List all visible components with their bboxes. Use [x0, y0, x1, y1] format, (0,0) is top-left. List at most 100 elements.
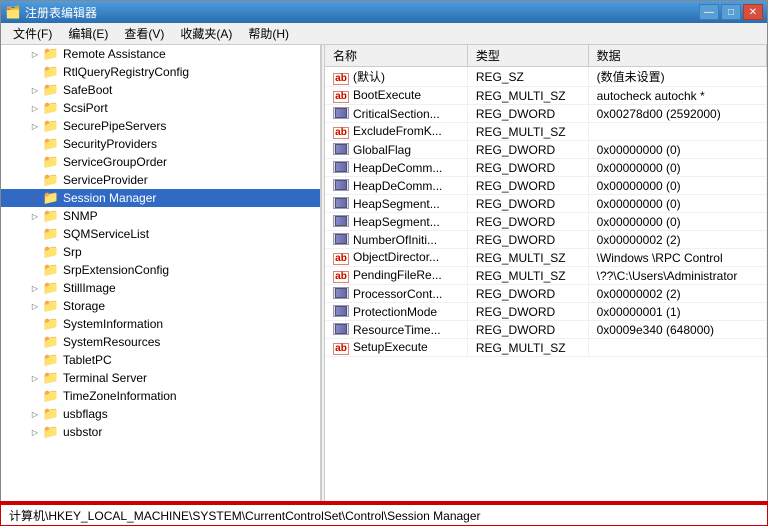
registry-table: 名称 类型 数据 ab(默认)REG_SZ(数值未设置)abBootExecut…: [325, 45, 767, 357]
menu-file[interactable]: 文件(F): [5, 23, 60, 44]
expand-arrow-icon: ▷: [29, 192, 41, 204]
reg-name-text: HeapDeComm...: [353, 179, 442, 193]
registry-editor-window: 🗂️ 注册表编辑器 — □ ✕ 文件(F) 编辑(E) 查看(V) 收藏夹(A)…: [0, 0, 768, 526]
table-row[interactable]: abObjectDirector...REG_MULTI_SZ\Windows …: [325, 249, 767, 267]
tree-item-label: SystemResources: [63, 335, 160, 349]
table-row[interactable]: ProcessorCont...REG_DWORD0x00000002 (2): [325, 285, 767, 303]
table-row[interactable]: ab(默认)REG_SZ(数值未设置): [325, 67, 767, 87]
menu-view[interactable]: 查看(V): [116, 23, 172, 44]
menu-edit[interactable]: 编辑(E): [60, 23, 116, 44]
expand-arrow-icon: [29, 318, 41, 330]
tree-item[interactable]: 📁RtlQueryRegistryConfig: [1, 63, 320, 81]
folder-icon: 📁: [43, 335, 59, 349]
reg-name-text: HeapSegment...: [353, 197, 440, 211]
tree-item[interactable]: ▷📁usbstor: [1, 423, 320, 441]
table-row[interactable]: NumberOfIniti...REG_DWORD0x00000002 (2): [325, 231, 767, 249]
type-icon: [333, 107, 349, 119]
menu-help[interactable]: 帮助(H): [240, 23, 297, 44]
tree-item[interactable]: ▷📁SecurePipeServers: [1, 117, 320, 135]
reg-name-text: ProtectionMode: [353, 305, 437, 319]
tree-item[interactable]: 📁SQMServiceList: [1, 225, 320, 243]
tree-item[interactable]: 📁TabletPC: [1, 351, 320, 369]
tree-item[interactable]: ▷📁StillImage: [1, 279, 320, 297]
menu-favorites[interactable]: 收藏夹(A): [172, 23, 240, 44]
tree-item-label: RtlQueryRegistryConfig: [63, 65, 189, 79]
reg-data-cell: 0x0009e340 (648000): [588, 321, 766, 339]
col-name-header[interactable]: 名称: [325, 45, 467, 67]
type-icon: ab: [333, 253, 349, 265]
reg-data-cell: \??\C:\Users\Administrator: [588, 267, 766, 285]
tree-item[interactable]: ▷📁SNMP: [1, 207, 320, 225]
tree-item[interactable]: ▷📁Remote Assistance: [1, 45, 320, 63]
table-row[interactable]: GlobalFlagREG_DWORD0x00000000 (0): [325, 141, 767, 159]
tree-pane[interactable]: ▷📁Remote Assistance📁RtlQueryRegistryConf…: [1, 45, 321, 503]
folder-icon: 📁: [43, 155, 59, 169]
tree-item[interactable]: 📁 SystemResources: [1, 333, 320, 351]
maximize-button[interactable]: □: [721, 4, 741, 20]
folder-icon: 📁: [43, 119, 59, 133]
reg-name-text: SetupExecute: [353, 340, 428, 354]
reg-type-cell: REG_DWORD: [467, 195, 588, 213]
reg-name-text: (默认): [353, 70, 385, 84]
reg-name-cell: abPendingFileRe...: [325, 267, 467, 285]
folder-icon: 📁: [43, 227, 59, 241]
tree-item[interactable]: 📁ServiceGroupOrder: [1, 153, 320, 171]
table-row[interactable]: HeapSegment...REG_DWORD0x00000000 (0): [325, 195, 767, 213]
table-row[interactable]: HeapSegment...REG_DWORD0x00000000 (0): [325, 213, 767, 231]
reg-data-cell: autocheck autochk *: [588, 87, 766, 105]
table-row[interactable]: HeapDeComm...REG_DWORD0x00000000 (0): [325, 159, 767, 177]
expand-arrow-icon: [29, 156, 41, 168]
folder-icon: 📁: [43, 137, 59, 151]
tree-item[interactable]: 📁TimeZoneInformation: [1, 387, 320, 405]
table-row[interactable]: ab SetupExecute REG_MULTI_SZ: [325, 339, 767, 357]
tree-item[interactable]: 📁ServiceProvider: [1, 171, 320, 189]
reg-type-cell: REG_MULTI_SZ: [467, 339, 588, 357]
close-button[interactable]: ✕: [743, 4, 763, 20]
tree-item-label: SafeBoot: [63, 83, 112, 97]
status-path: 计算机\HKEY_LOCAL_MACHINE\SYSTEM\CurrentCon…: [9, 507, 481, 524]
folder-icon: 📁: [43, 101, 59, 115]
reg-data-cell: 0x00000002 (2): [588, 285, 766, 303]
table-row[interactable]: abPendingFileRe...REG_MULTI_SZ\??\C:\Use…: [325, 267, 767, 285]
tree-item-label: StillImage: [63, 281, 116, 295]
tree-item[interactable]: ▷📁Terminal Server: [1, 369, 320, 387]
folder-icon: 📁: [43, 281, 59, 295]
type-icon: [333, 215, 349, 227]
table-row[interactable]: abBootExecuteREG_MULTI_SZautocheck autoc…: [325, 87, 767, 105]
tree-item[interactable]: ▷📁usbflags: [1, 405, 320, 423]
tree-item[interactable]: ▷📁SafeBoot: [1, 81, 320, 99]
folder-icon: 📁: [43, 47, 59, 61]
tree-item[interactable]: ▷📁Session Manager: [1, 189, 320, 207]
col-type-header[interactable]: 类型: [467, 45, 588, 67]
tree-item[interactable]: 📁SystemInformation: [1, 315, 320, 333]
tree-item[interactable]: ▷📁Storage: [1, 297, 320, 315]
type-icon: [333, 323, 349, 335]
reg-name-text: GlobalFlag: [353, 143, 411, 157]
col-data-header[interactable]: 数据: [588, 45, 766, 67]
table-row[interactable]: HeapDeComm...REG_DWORD0x00000000 (0): [325, 177, 767, 195]
tree-item[interactable]: 📁Srp: [1, 243, 320, 261]
tree-item[interactable]: 📁SecurityProviders: [1, 135, 320, 153]
reg-name-text: HeapSegment...: [353, 215, 440, 229]
reg-data-cell: [588, 339, 766, 357]
tree-item[interactable]: 📁SrpExtensionConfig: [1, 261, 320, 279]
tree-item-label: ScsiPort: [63, 101, 108, 115]
reg-type-cell: REG_DWORD: [467, 321, 588, 339]
reg-name-cell: NumberOfIniti...: [325, 231, 467, 249]
minimize-button[interactable]: —: [699, 4, 719, 20]
folder-icon: 📁: [43, 299, 59, 313]
folder-icon: 📁: [43, 425, 59, 439]
expand-arrow-icon: ▷: [29, 48, 41, 60]
reg-name-cell: HeapDeComm...: [325, 159, 467, 177]
table-row[interactable]: ProtectionModeREG_DWORD0x00000001 (1): [325, 303, 767, 321]
tree-item[interactable]: ▷📁ScsiPort: [1, 99, 320, 117]
type-icon: ab: [333, 343, 349, 355]
registry-pane: 名称 类型 数据 ab(默认)REG_SZ(数值未设置)abBootExecut…: [325, 45, 767, 503]
window-controls: — □ ✕: [699, 4, 763, 20]
table-row[interactable]: CriticalSection...REG_DWORD0x00278d00 (2…: [325, 105, 767, 123]
reg-name-cell: HeapSegment...: [325, 213, 467, 231]
tree-item-label: TimeZoneInformation: [63, 389, 177, 403]
table-row[interactable]: abExcludeFromK...REG_MULTI_SZ: [325, 123, 767, 141]
table-row[interactable]: ResourceTime...REG_DWORD0x0009e340 (6480…: [325, 321, 767, 339]
expand-arrow-icon: [29, 336, 41, 348]
